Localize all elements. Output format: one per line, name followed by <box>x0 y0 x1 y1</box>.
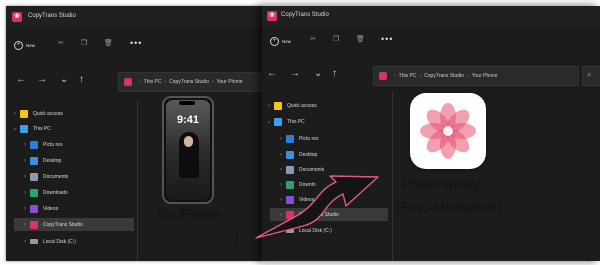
transfer-arrow <box>236 175 379 247</box>
photo-library-caption-german: (Foto-Mediathek) <box>396 199 503 215</box>
photo-library-icon <box>410 93 486 169</box>
photo-library-caption: Photo library <box>402 176 481 192</box>
arrow-shape <box>255 175 379 239</box>
photos-flower-icon <box>420 103 476 159</box>
